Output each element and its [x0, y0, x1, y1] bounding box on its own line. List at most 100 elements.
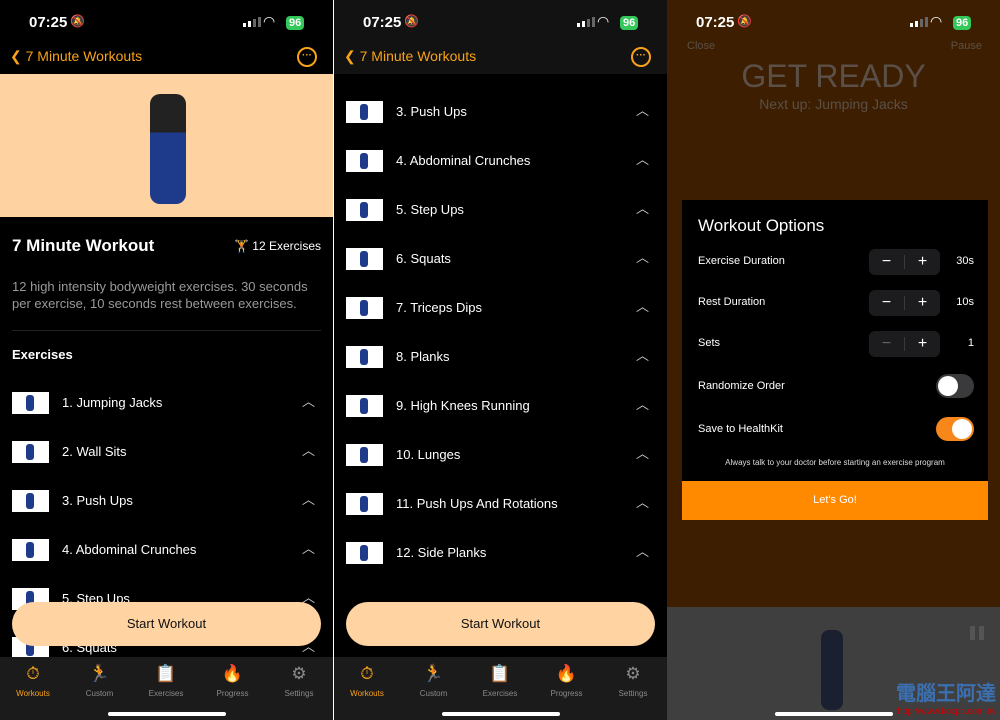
list-item[interactable]: 1. Jumping Jacks ︿: [12, 389, 321, 419]
lets-go-button[interactable]: Let's Go!: [682, 481, 988, 520]
status-bar: 07:25 🔕 ◠ 96: [334, 12, 667, 32]
tab-label: Settings: [284, 689, 314, 698]
tab-label: Progress: [216, 689, 249, 698]
tab-progress[interactable]: 🔥 Progress: [203, 663, 263, 698]
tab-label: Custom: [85, 689, 114, 698]
tab-label: Settings: [618, 689, 648, 698]
disclaimer: Always talk to your doctor before starti…: [725, 458, 945, 467]
healthkit-option: Save to HealthKit: [698, 417, 974, 443]
flame-icon: 🔥: [555, 664, 578, 683]
silent-bell-icon: 🔕: [737, 14, 752, 28]
get-ready-heading: GET READY: [741, 58, 926, 94]
list-item[interactable]: 3. Push Ups ︿: [346, 98, 655, 128]
chevron-up-icon[interactable]: ︿: [636, 247, 649, 266]
list-item[interactable]: 10. Lunges ︿: [346, 441, 655, 471]
healthkit-toggle[interactable]: [936, 417, 974, 441]
randomize-toggle[interactable]: [936, 374, 974, 398]
chevron-up-icon[interactable]: ︿: [302, 489, 315, 508]
back-button[interactable]: ❮ 7 Minute Workouts: [10, 48, 142, 65]
exercise-duration-option: Exercise Duration − + 30s: [698, 249, 974, 275]
list-item[interactable]: 8. Planks ︿: [346, 343, 655, 373]
chevron-up-icon[interactable]: ︿: [636, 149, 649, 168]
count-label: 12 Exercises: [252, 239, 321, 253]
pause-icon[interactable]: [970, 626, 984, 640]
clock: 07:25: [363, 14, 402, 31]
section-heading: Exercises: [12, 347, 73, 362]
exercise-name: 5. Step Ups: [396, 202, 464, 217]
chevron-up-icon[interactable]: ︿: [636, 198, 649, 217]
exercise-name: 8. Planks: [396, 349, 450, 364]
close-button[interactable]: Close: [687, 40, 715, 52]
chevron-up-icon[interactable]: ︿: [636, 394, 649, 413]
chevron-up-icon[interactable]: ︿: [302, 440, 315, 459]
clipboard-icon: 📋: [489, 664, 511, 683]
plus-button[interactable]: +: [905, 331, 940, 357]
tab-label: Exercises: [148, 689, 184, 698]
minus-button[interactable]: −: [869, 331, 904, 357]
back-button[interactable]: ❮ 7 Minute Workouts: [344, 48, 476, 65]
chevron-up-icon[interactable]: ︿: [636, 100, 649, 119]
tab-exercises[interactable]: 📋 Exercises: [136, 663, 196, 698]
plus-button[interactable]: +: [905, 290, 940, 316]
runner-icon: 🏃: [88, 664, 111, 683]
battery-icon: 96: [286, 16, 305, 30]
more-options-icon[interactable]: ···: [631, 47, 651, 67]
tab-settings[interactable]: ⚙ Settings: [269, 663, 329, 698]
minus-button[interactable]: −: [869, 249, 904, 275]
exercise-thumbnail: [346, 199, 383, 221]
tab-progress[interactable]: 🔥 Progress: [537, 663, 597, 698]
tab-exercises[interactable]: 📋 Exercises: [470, 663, 530, 698]
start-workout-button[interactable]: Start Workout: [12, 602, 321, 646]
start-workout-button[interactable]: Start Workout: [346, 602, 655, 646]
list-item[interactable]: 11. Push Ups And Rotations ︿: [346, 490, 655, 520]
list-item[interactable]: 7. Triceps Dips ︿: [346, 294, 655, 324]
option-label: Save to HealthKit: [698, 423, 783, 435]
chevron-up-icon[interactable]: ︿: [636, 345, 649, 364]
more-options-icon[interactable]: ···: [297, 47, 317, 67]
tab-workouts[interactable]: ⏱ Workouts: [337, 663, 397, 698]
signal-icon: [910, 17, 928, 27]
chevron-up-icon[interactable]: ︿: [636, 443, 649, 462]
list-item[interactable]: 9. High Knees Running ︿: [346, 392, 655, 422]
chevron-left-icon: ❮: [10, 48, 26, 64]
tab-label: Workouts: [350, 689, 384, 698]
flame-icon: 🔥: [221, 664, 244, 683]
list-item[interactable]: 5. Step Ups ︿: [346, 196, 655, 226]
list-item[interactable]: 6. Squats ︿: [346, 245, 655, 275]
list-item[interactable]: 4. Abdominal Crunches ︿: [12, 536, 321, 566]
list-item[interactable]: 12. Side Planks ︿: [346, 539, 655, 569]
exercise-name: 9. High Knees Running: [396, 398, 530, 413]
exercise-name: 10. Lunges: [396, 447, 461, 462]
next-up-label: Next up: Jumping Jacks: [759, 96, 908, 112]
tab-custom[interactable]: 🏃 Custom: [70, 663, 130, 698]
rest-duration-stepper[interactable]: − +: [869, 290, 940, 316]
exercise-thumbnail: [12, 539, 49, 561]
gear-icon: ⚙: [625, 664, 641, 683]
list-item[interactable]: 2. Wall Sits ︿: [12, 438, 321, 468]
exercise-name: 6. Squats: [396, 251, 451, 266]
chevron-up-icon[interactable]: ︿: [302, 391, 315, 410]
chevron-up-icon[interactable]: ︿: [636, 296, 649, 315]
tab-bar: ⏱ Workouts 🏃 Custom 📋 Exercises 🔥 Progress ⚙ Sett…: [334, 657, 667, 720]
chevron-up-icon[interactable]: ︿: [636, 492, 649, 511]
tab-settings[interactable]: ⚙ Settings: [603, 663, 663, 698]
exercise-duration-stepper[interactable]: − +: [869, 249, 940, 275]
option-value: 1: [967, 337, 974, 349]
exercise-thumbnail: [346, 395, 383, 417]
list-item[interactable]: 4. Abdominal Crunches ︿: [346, 147, 655, 177]
pause-button[interactable]: Pause: [951, 40, 982, 52]
workout-list-screen: 07:25 🔕 ◠ 96 ❮ 7 Minute Workouts ··· 3. Push U…: [334, 0, 667, 720]
plus-button[interactable]: +: [905, 249, 940, 275]
sets-stepper[interactable]: − +: [869, 331, 940, 357]
back-label: 7 Minute Workouts: [359, 48, 477, 64]
exercise-figure: [821, 630, 843, 710]
minus-button[interactable]: −: [869, 290, 904, 316]
chevron-up-icon[interactable]: ︿: [636, 541, 649, 560]
chevron-up-icon[interactable]: ︿: [302, 538, 315, 557]
battery-icon: 96: [620, 16, 639, 30]
tab-custom[interactable]: 🏃 Custom: [404, 663, 464, 698]
list-item[interactable]: 3. Push Ups ︿: [12, 487, 321, 517]
wifi-icon: ◠: [597, 13, 610, 29]
tab-workouts[interactable]: ⏱ Workouts: [3, 663, 63, 698]
silent-bell-icon: 🔕: [404, 14, 419, 28]
